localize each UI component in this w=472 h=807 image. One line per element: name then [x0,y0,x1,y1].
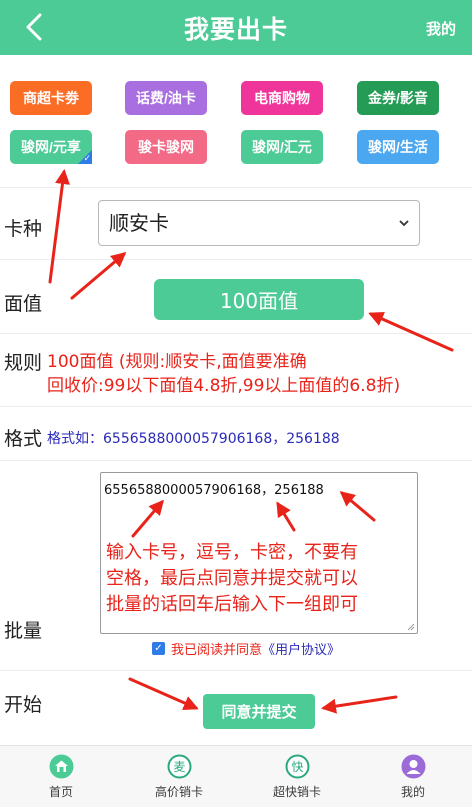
batch-label: 批量 [4,620,43,642]
card-type-value: 顺安卡 [109,211,169,235]
category-button[interactable]: 骏卡骏网 [125,130,207,164]
instruction-annotation: 输入卡号，逗号，卡密，不要有 空格，最后点同意并提交就可以 批量的话回车后输入下… [106,540,358,618]
category-button[interactable]: 骏网/生活 [357,130,439,164]
app-header: 我要出卡 我的 [0,0,472,55]
tab-mine[interactable]: 我的 [354,746,472,807]
page-title: 我要出卡 [183,16,288,44]
category-button[interactable]: 话费/油卡 [125,81,207,115]
bottom-tab-bar: 首页 麦 高价销卡 快 超快销卡 我的 [0,745,472,807]
category-label: 骏卡骏网 [138,139,194,155]
format-label: 格式 [4,428,43,450]
tab-sell-high-label: 高价销卡 [154,785,203,799]
category-button-selected[interactable]: 骏网/元享 ✓ [10,130,92,164]
format-example: 格式如：6556588000057906168，256188 [47,431,340,447]
tab-sell-fast[interactable]: 快 超快销卡 [238,746,356,807]
category-grid: 商超卡劵 话费/油卡 电商购物 金券/影音 骏网/元享 ✓ 骏卡骏网 骏网/汇元 … [0,55,472,187]
category-label: 骏网/元享 [21,139,81,155]
sell-high-icon: 麦 [167,754,192,779]
rule-text-line2: 回收价:99以下面值4.8折,99以上面值的6.8折) [47,376,401,396]
header-mine-link[interactable]: 我的 [426,18,456,39]
category-button[interactable]: 商超卡劵 [10,81,92,115]
user-icon [401,754,426,779]
agree-submit-button[interactable]: 同意并提交 [203,694,315,729]
category-label: 骏网/汇元 [252,139,312,155]
agreement-row: ✓ 我已阅读并同意 《用户协议》 [152,639,340,658]
card-type-select[interactable]: 顺安卡 [98,200,420,246]
category-button[interactable]: 骏网/汇元 [241,130,323,164]
user-agreement-link[interactable]: 《用户协议》 [262,639,340,658]
category-label: 电商购物 [254,90,310,106]
tab-home[interactable]: 首页 [2,746,120,807]
category-button[interactable]: 金券/影音 [357,81,439,115]
category-label: 商超卡劵 [23,90,79,106]
agree-text: 我已阅读并同意 [171,643,263,658]
annotation-line3: 批量的话回车后输入下一组即可 [106,594,358,615]
category-label: 骏网/生活 [368,139,428,155]
tab-home-label: 首页 [48,785,73,799]
category-label: 话费/油卡 [136,90,196,106]
batch-textarea-value: 6556588000057906168，256188 [104,483,324,498]
card-type-label: 卡种 [4,218,43,240]
resize-grip-icon[interactable] [407,623,415,631]
category-button[interactable]: 电商购物 [241,81,323,115]
rule-label: 规则 [4,352,43,374]
tab-mine-label: 我的 [400,785,425,799]
agree-checkbox[interactable]: ✓ [152,642,165,655]
chevron-down-icon [399,220,409,227]
face-value-button[interactable]: 100面值 [154,279,364,320]
sell-fast-icon: 快 [285,754,310,779]
checkmark-icon: ✓ [83,153,91,163]
start-label: 开始 [4,694,43,716]
svg-text:快: 快 [291,760,303,774]
tab-sell-high[interactable]: 麦 高价销卡 [120,746,238,807]
annotation-line1: 输入卡号，逗号，卡密，不要有 [106,542,358,563]
tab-sell-fast-label: 超快销卡 [272,785,321,799]
category-label: 金券/影音 [368,90,428,106]
svg-text:麦: 麦 [173,760,185,774]
rule-text-line1: 100面值 (规则:顺安卡,面值要准确 [47,352,307,372]
annotation-line2: 空格，最后点同意并提交就可以 [106,568,358,589]
home-icon [49,754,74,779]
face-value-label: 面值 [4,293,43,315]
